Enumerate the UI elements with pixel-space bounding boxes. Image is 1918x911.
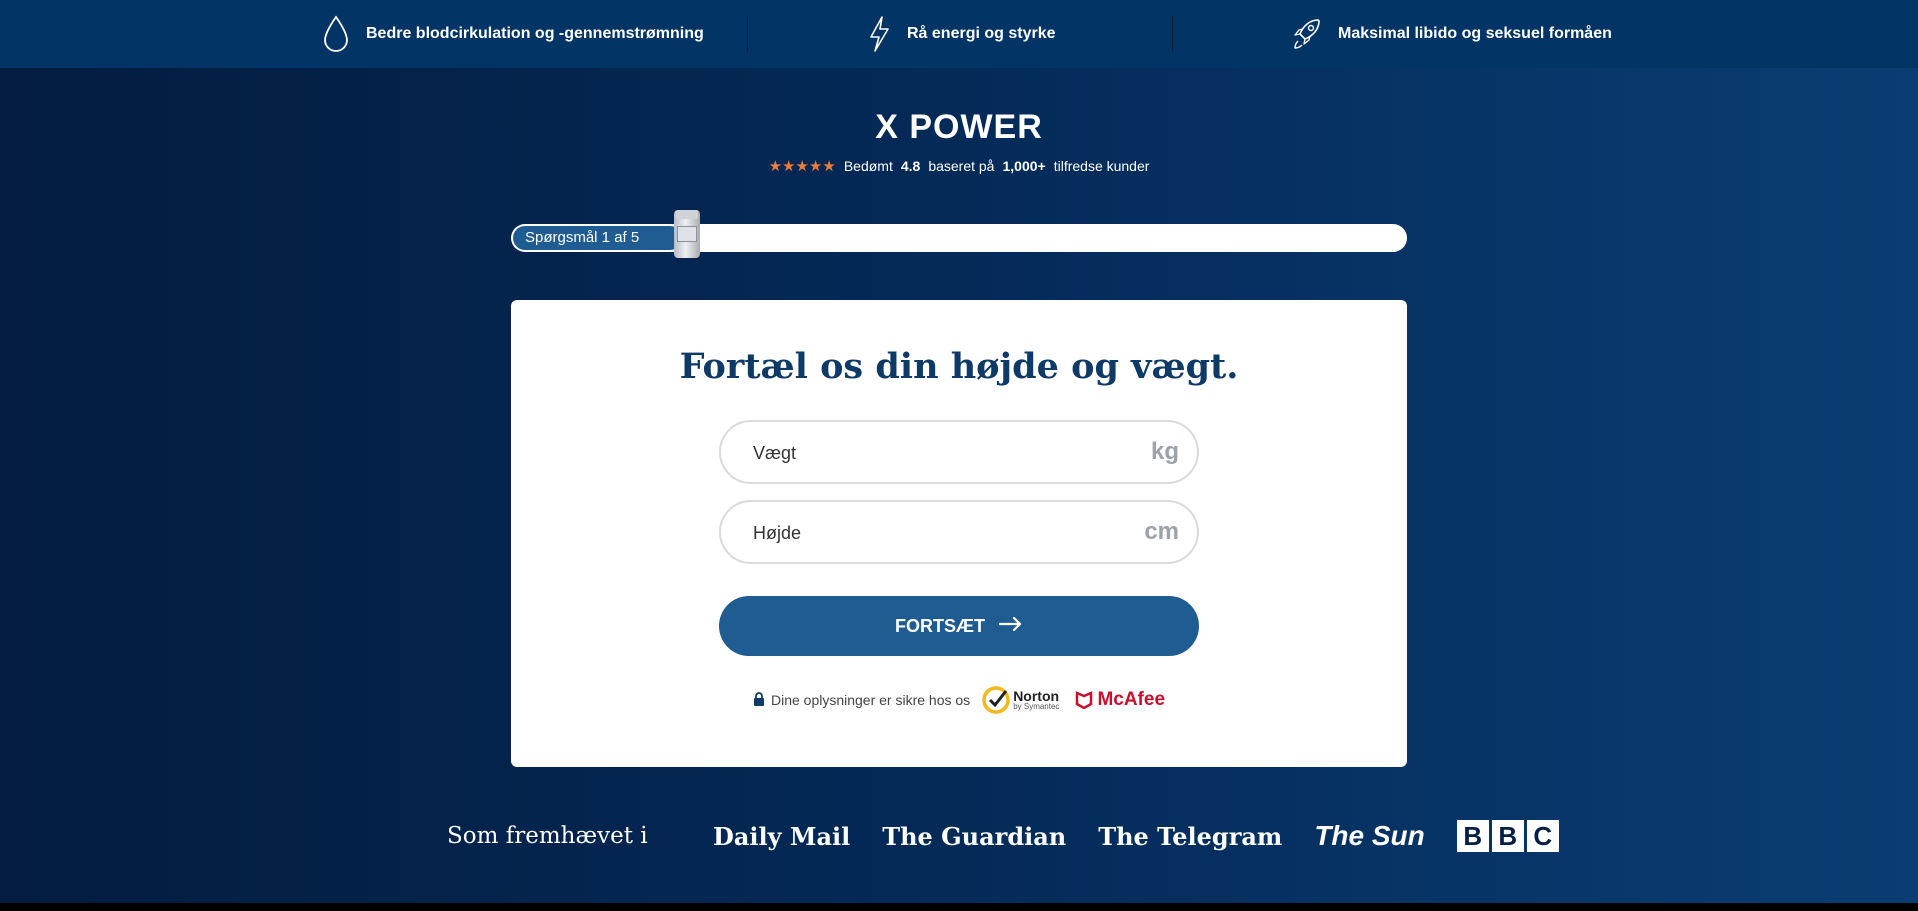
question-title: Fortæl os din højde og vægt. bbox=[679, 346, 1239, 387]
rating-middle: baseret på bbox=[928, 158, 995, 174]
benefit-item-energy: Rå energi og styrke bbox=[867, 0, 1056, 68]
sun-logo: The Sun bbox=[1314, 820, 1425, 851]
star-rating-icon: ★★★★★ bbox=[768, 158, 836, 175]
continue-button[interactable]: FORTSÆT bbox=[719, 596, 1199, 656]
benefit-divider bbox=[1172, 16, 1173, 52]
benefit-item-libido: Maksimal libido og seksuel formåen bbox=[1292, 0, 1612, 68]
progress-label: Spørgsmål 1 af 5 bbox=[525, 229, 640, 246]
rating-score: 4.8 bbox=[900, 158, 921, 174]
rating-row: ★★★★★ Bedømt 4.8 baseret på 1,000+ tilfr… bbox=[0, 157, 1918, 175]
rating-suffix: tilfredse kunder bbox=[1053, 158, 1150, 174]
lock-icon bbox=[753, 691, 765, 709]
guardian-logo: The Guardian bbox=[882, 821, 1067, 851]
norton-sub: by Symantec bbox=[1013, 702, 1060, 711]
mcafee-shield-icon bbox=[1076, 691, 1093, 709]
product-bottle-icon bbox=[674, 210, 700, 258]
page-background: Bedre blodcirkulation og -gennemstrømnin… bbox=[0, 0, 1918, 903]
mcafee-name: McAfee bbox=[1097, 689, 1166, 710]
benefit-label: Maksimal libido og seksuel formåen bbox=[1338, 25, 1612, 42]
rating-count: 1,000+ bbox=[1002, 158, 1046, 174]
progress-fill: Spørgsmål 1 af 5 bbox=[513, 226, 682, 250]
featured-label: Som fremhævet i bbox=[447, 823, 648, 849]
benefit-item-circulation: Bedre blodcirkulation og -gennemstrømnin… bbox=[322, 0, 704, 68]
arrow-right-icon bbox=[998, 616, 1023, 637]
continue-label: FORTSÆT bbox=[895, 615, 985, 636]
height-field: cm bbox=[719, 500, 1199, 564]
norton-check-icon bbox=[982, 686, 1010, 714]
bbc-logo: BBC bbox=[1456, 820, 1559, 852]
weight-field: kg bbox=[719, 420, 1199, 484]
height-input[interactable] bbox=[751, 502, 1135, 564]
quiz-progress-bar: Spørgsmål 1 af 5 bbox=[511, 210, 1407, 258]
drop-icon bbox=[322, 15, 350, 53]
security-row: Dine oplysninger er sikre hos os Norton … bbox=[511, 686, 1407, 714]
benefits-bar: Bedre blodcirkulation og -gennemstrømnin… bbox=[0, 0, 1918, 68]
height-unit: cm bbox=[1144, 518, 1179, 545]
weight-unit: kg bbox=[1150, 438, 1179, 465]
benefit-label: Bedre blodcirkulation og -gennemstrømnin… bbox=[366, 25, 704, 42]
daily-mail-logo: Daily Mail bbox=[713, 821, 851, 851]
featured-in-row: Som fremhævet i Daily Mail The Guardian … bbox=[447, 818, 1559, 854]
benefit-label: Rå energi og styrke bbox=[907, 25, 1056, 42]
rocket-icon bbox=[1292, 17, 1322, 51]
rating-prefix: Bedømt bbox=[843, 158, 893, 174]
secure-text: Dine oplysninger er sikre hos os bbox=[770, 692, 971, 708]
quiz-card: Fortæl os din højde og vægt. kg cm FORTS… bbox=[511, 300, 1407, 767]
telegram-logo: The Telegram bbox=[1098, 821, 1283, 851]
lightning-icon bbox=[867, 15, 891, 53]
mcafee-badge: McAfee bbox=[1075, 689, 1165, 711]
brand-logo: X POWER bbox=[875, 108, 1043, 146]
norton-name: Norton bbox=[1013, 688, 1060, 704]
press-logos: Daily Mail The Guardian The Telegram The… bbox=[713, 820, 1559, 852]
norton-badge: Norton by Symantec bbox=[982, 686, 1059, 714]
benefit-divider bbox=[747, 16, 748, 52]
weight-input[interactable] bbox=[751, 422, 1135, 484]
